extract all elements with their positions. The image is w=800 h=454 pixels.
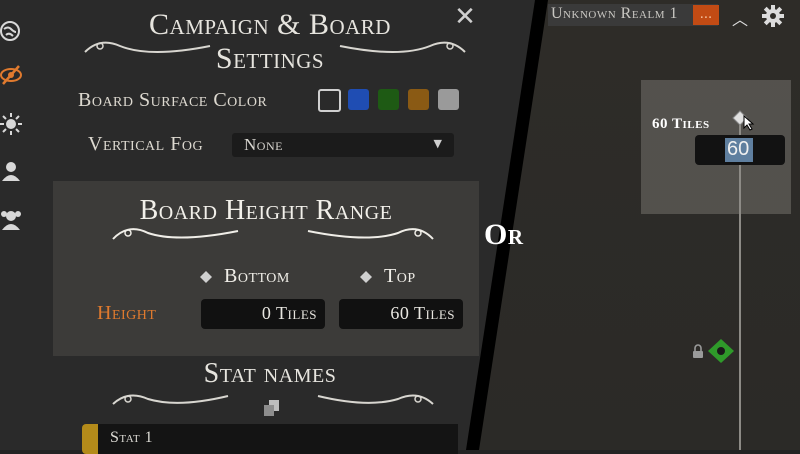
surface-color-swatch-2[interactable] xyxy=(348,89,369,110)
bottom-height-field[interactable]: 0 Tiles xyxy=(201,299,325,329)
bottom-label: Bottom xyxy=(224,265,290,287)
bottom-height-value: 0 Tiles xyxy=(261,303,317,323)
top-height-value: 60 Tiles xyxy=(390,303,455,323)
hidden-eye-icon[interactable] xyxy=(0,64,22,86)
height-value: 60 xyxy=(727,138,750,160)
group-icon[interactable] xyxy=(0,208,22,230)
surface-color-swatch-3[interactable] xyxy=(378,89,399,110)
realm-name: Unknown Realm 1 xyxy=(551,5,678,22)
height-value-input[interactable]: 60 xyxy=(695,135,785,165)
sun-icon[interactable] xyxy=(0,113,22,135)
realm-more-button[interactable]: ... xyxy=(693,5,719,25)
range-flourish xyxy=(112,228,434,240)
or-label: Or xyxy=(484,218,524,251)
title-flourish xyxy=(84,41,466,53)
height-track[interactable] xyxy=(739,115,741,450)
marker-icon[interactable] xyxy=(706,338,736,364)
lock-icon xyxy=(693,344,703,358)
height-label: Height xyxy=(97,302,157,324)
person-icon[interactable] xyxy=(0,160,22,182)
cursor-icon xyxy=(743,115,755,131)
stat-row-label: Stat 1 xyxy=(110,429,154,446)
diamond-icon xyxy=(200,271,212,283)
chevron-up-icon[interactable]: ︿ xyxy=(730,6,750,29)
top-height-field[interactable]: 60 Tiles xyxy=(339,299,463,329)
top-label: Top xyxy=(384,265,416,287)
close-icon[interactable]: ✕ xyxy=(452,4,478,30)
dropdown-arrow-icon: ▼ xyxy=(433,137,442,150)
surface-color-swatch-4[interactable] xyxy=(408,89,429,110)
globe-icon[interactable] xyxy=(0,20,22,42)
board-surface-label: Board Surface Color xyxy=(78,89,268,111)
gear-icon[interactable] xyxy=(762,5,784,27)
surface-color-swatch-1[interactable] xyxy=(318,89,341,112)
copy-icon[interactable] xyxy=(263,399,281,417)
height-widget-label: 60 Tiles xyxy=(652,116,710,132)
vertical-fog-select[interactable]: None ▼ xyxy=(232,133,454,157)
vertical-fog-label: Vertical Fog xyxy=(88,133,204,155)
diamond-icon xyxy=(360,271,372,283)
realm-selector[interactable]: Unknown Realm 1 ... xyxy=(548,4,719,26)
vertical-fog-value: None xyxy=(244,135,283,154)
surface-color-swatch-5[interactable] xyxy=(438,89,459,110)
